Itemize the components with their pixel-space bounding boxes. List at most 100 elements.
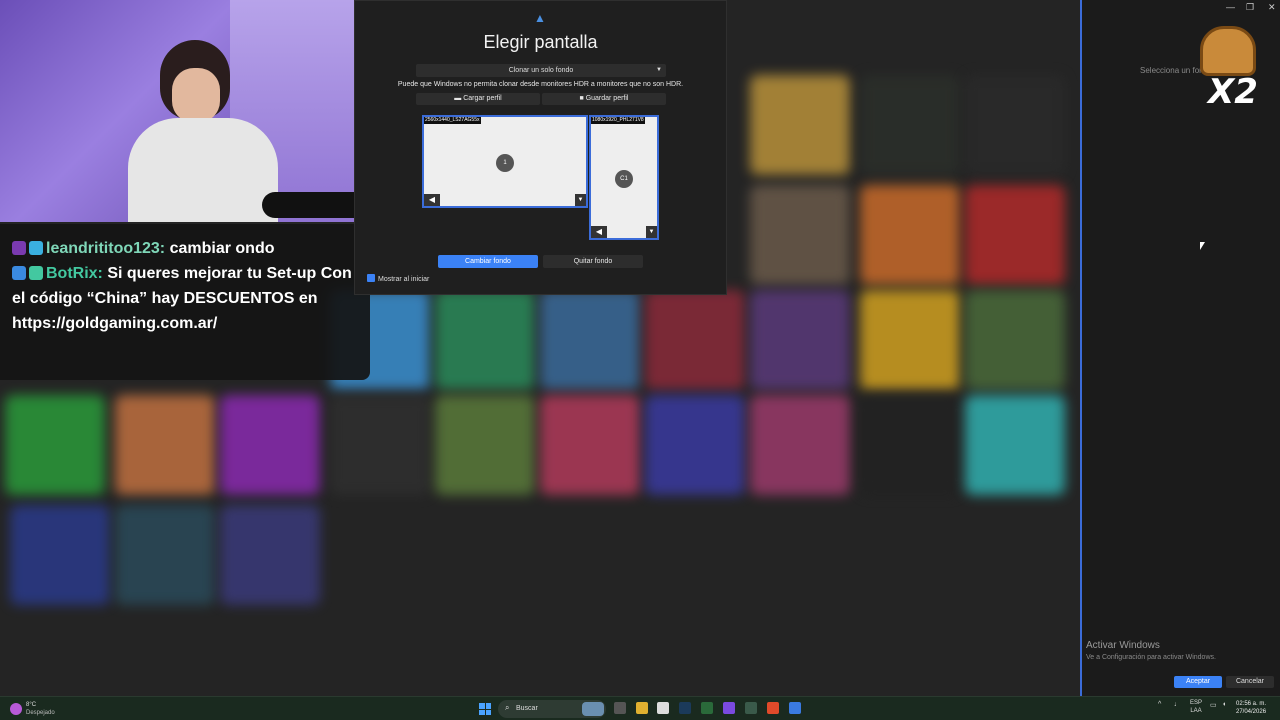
chat-message: leandrititoo123: cambiar ondo: [12, 236, 360, 261]
badge-icon: [12, 241, 26, 255]
activate-windows-title: Activar Windows: [1086, 640, 1160, 651]
chat-username: BotRix:: [46, 265, 103, 282]
search-label: Buscar: [516, 705, 538, 712]
brave-icon[interactable]: [767, 702, 779, 714]
task-view-icon[interactable]: [614, 702, 626, 714]
restore-icon[interactable]: ❐: [1246, 2, 1254, 13]
wallpaper-thumb[interactable]: [860, 290, 960, 390]
volume-icon[interactable]: ◖: [1222, 701, 1226, 708]
webcam-face: [172, 68, 220, 123]
wallpaper-thumb[interactable]: [115, 505, 215, 605]
save-profile-label: Guardar perfil: [585, 95, 629, 102]
clock-date: 27/04/2026: [1236, 709, 1267, 715]
mouse-cursor: [1200, 242, 1205, 250]
calendar-app-icon[interactable]: [657, 702, 669, 714]
remove-background-button[interactable]: Quitar fondo: [543, 255, 643, 268]
dialog-title: Elegir pantalla: [483, 32, 598, 52]
wallpaper-thumb[interactable]: [965, 75, 1065, 175]
microphone-icon[interactable]: ♩: [1174, 701, 1181, 708]
taskbar-search[interactable]: ⌕ Buscar: [498, 700, 606, 718]
wallpaper-thumb[interactable]: [330, 395, 430, 495]
monitor-number: C1: [615, 170, 633, 188]
app-icon[interactable]: [745, 702, 757, 714]
search-highlight-icon: [582, 702, 604, 716]
wallpaper-thumb[interactable]: [860, 395, 960, 495]
wallpaper-thumb[interactable]: [750, 75, 850, 175]
activate-windows-subtitle: Ve a Configuración para activar Windows.: [1086, 654, 1216, 661]
badge-icon: [29, 241, 43, 255]
wallpaper-thumb[interactable]: [10, 505, 110, 605]
change-background-button[interactable]: Cambiar fondo: [438, 255, 538, 268]
sword-icon: [12, 266, 26, 280]
monitor-label: 2560x1440_LS27AG55x: [424, 117, 481, 124]
app-icon[interactable]: [701, 702, 713, 714]
webcam-body: [128, 118, 278, 222]
wallpaper-thumb[interactable]: [645, 395, 745, 495]
weather-condition: Despejado: [26, 710, 55, 716]
chevron-up-icon[interactable]: ▲: [533, 12, 547, 24]
accept-button[interactable]: Aceptar: [1174, 676, 1222, 688]
chat-text: cambiar ondo: [165, 240, 275, 257]
wallpaper-thumb[interactable]: [965, 395, 1065, 495]
clone-mode-value: Clonar un solo fondo: [508, 67, 574, 74]
stream-chat: leandrititoo123: cambiar ondo BotRix: Si…: [0, 224, 370, 380]
wallpaper-thumb[interactable]: [220, 505, 320, 605]
wallpaper-thumb[interactable]: [750, 290, 850, 390]
show-at-start-checkbox[interactable]: Mostrar al iniciar: [367, 274, 429, 285]
wallpaper-thumb[interactable]: [645, 290, 745, 390]
hdr-note: Puede que Windows no permita clonar desd…: [397, 81, 684, 88]
show-at-start-label: Mostrar al iniciar: [378, 276, 430, 283]
cancel-button[interactable]: Cancelar: [1226, 676, 1274, 688]
pixel-sprite: [1200, 26, 1256, 76]
right-panel: — ❐ ✕ Selecciona un fondo X2 Activar Win…: [1080, 0, 1280, 696]
wallpaper-thumb[interactable]: [540, 395, 640, 495]
steam-icon[interactable]: [679, 702, 691, 714]
monitor-1[interactable]: 2560x1440_LS27AG55x 1 ◀ ▼: [422, 115, 588, 208]
load-profile-button[interactable]: ▬ Cargar perfil: [416, 93, 540, 105]
clock[interactable]: 02:56 a. m. 27/04/2026: [1236, 700, 1266, 716]
file-explorer-icon[interactable]: [636, 702, 648, 714]
folder-icon: ▬: [454, 95, 462, 102]
chevron-down-icon[interactable]: ▼: [646, 226, 657, 238]
taskbar: 8°C Despejado ⌕ Buscar ^ ♩ ESP LAA ▭ ◖ 02…: [0, 696, 1280, 720]
wallpaper-thumb[interactable]: [750, 395, 850, 495]
start-button[interactable]: [479, 703, 491, 715]
search-icon: ⌕: [505, 703, 510, 712]
load-profile-label: Cargar perfil: [463, 95, 502, 102]
wallpaper-thumb[interactable]: [220, 395, 320, 495]
minimize-icon[interactable]: —: [1226, 2, 1235, 12]
language-region: LAA: [1190, 708, 1202, 714]
chevron-up-icon[interactable]: ^: [1158, 701, 1161, 708]
monitor-2[interactable]: 1080x1920_PHL271V8 C1 ◀ ▼: [589, 115, 659, 240]
weather-temp: 8°C: [26, 702, 37, 708]
weather-icon: [10, 703, 22, 715]
chat-message: BotRix: Si queres mejorar tu Set-up Con …: [12, 261, 360, 336]
app-icon[interactable]: [723, 702, 735, 714]
language-indicator[interactable]: ESP LAA: [1190, 699, 1202, 715]
chevron-down-icon: ▼: [656, 67, 662, 73]
speaker-icon[interactable]: ◀: [424, 194, 440, 206]
wallpaper-thumb[interactable]: [540, 290, 640, 390]
chevron-down-icon[interactable]: ▼: [575, 194, 586, 206]
wallpaper-thumb[interactable]: [435, 395, 535, 495]
close-icon[interactable]: ✕: [1268, 2, 1276, 13]
speaker-icon[interactable]: ◀: [591, 226, 607, 238]
chat-username: leandrititoo123:: [46, 240, 166, 257]
language-code: ESP: [1190, 700, 1203, 706]
x2-overlay: X2: [1208, 72, 1258, 112]
wallpaper-thumb[interactable]: [860, 75, 960, 175]
save-profile-button[interactable]: ■ Guardar perfil: [542, 93, 666, 105]
badge-icon: [29, 266, 43, 280]
clone-mode-select[interactable]: Clonar un solo fondo ▼: [416, 64, 666, 77]
wallpaper-thumb[interactable]: [750, 185, 850, 285]
floppy-icon: ■: [579, 95, 584, 102]
wallpaper-app-icon[interactable]: [789, 702, 801, 714]
wallpaper-thumb[interactable]: [965, 290, 1065, 390]
wallpaper-thumb[interactable]: [115, 395, 215, 495]
wallpaper-thumb[interactable]: [435, 290, 535, 390]
network-icon[interactable]: ▭: [1210, 701, 1217, 709]
wallpaper-thumb[interactable]: [5, 395, 105, 495]
screen: leandrititoo123: cambiar ondo BotRix: Si…: [0, 0, 1280, 720]
wallpaper-thumb[interactable]: [965, 185, 1065, 285]
wallpaper-thumb[interactable]: [860, 185, 960, 285]
